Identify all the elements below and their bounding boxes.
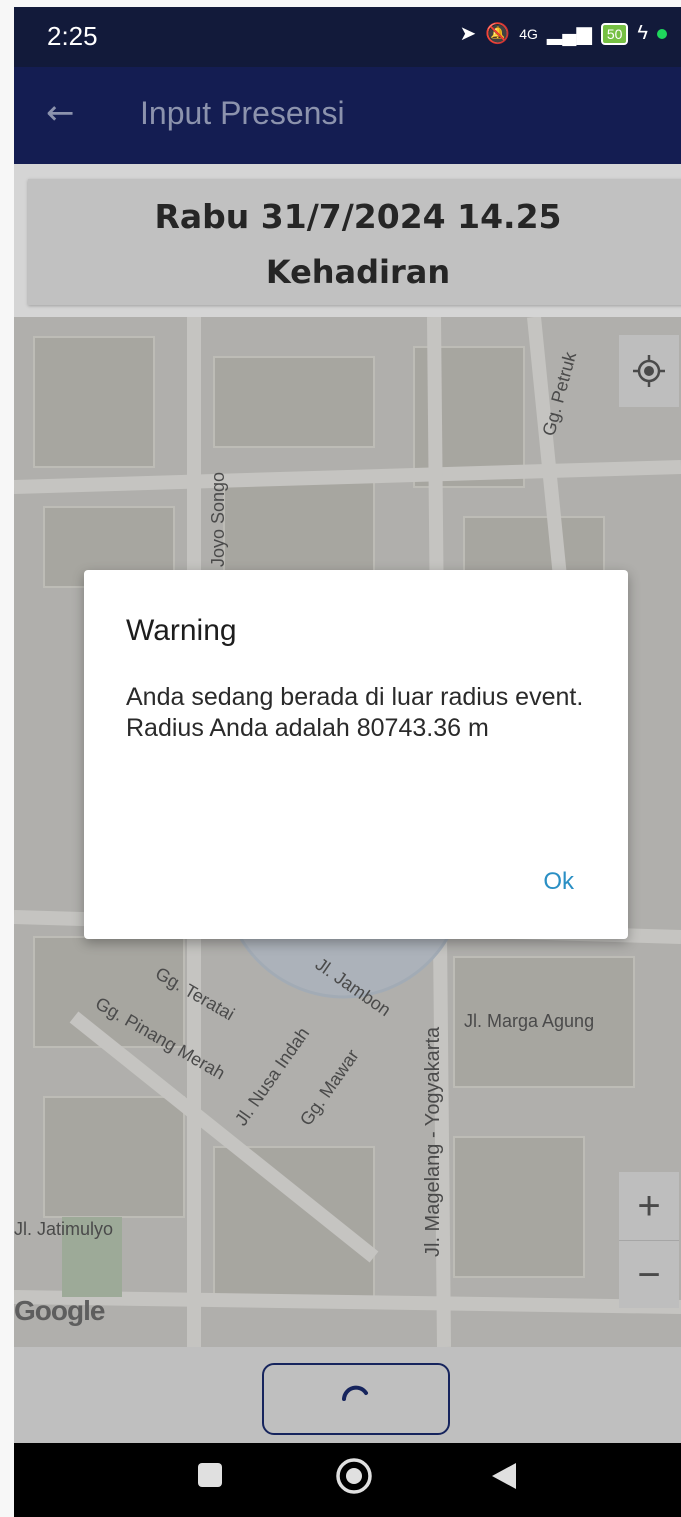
signal-icon: ▂▄▆	[546, 23, 592, 45]
home-icon[interactable]	[335, 1457, 373, 1495]
status-icons: ➤ 🔕 4G ▂▄▆ 50 ϟ	[460, 21, 667, 46]
dialog-title: Warning	[126, 614, 237, 647]
status-time: 2:25	[47, 21, 98, 51]
battery-icon: 50	[600, 22, 629, 45]
recents-icon[interactable]	[196, 1461, 224, 1489]
mute-icon: 🔕	[485, 23, 511, 45]
ok-button[interactable]: Ok	[543, 868, 574, 896]
navigation-bar	[14, 1443, 681, 1517]
network-label: 4G	[519, 25, 538, 42]
charging-icon: ϟ	[637, 22, 648, 44]
status-bar: 2:25 ➤ 🔕 4G ▂▄▆ 50 ϟ	[14, 7, 681, 67]
warning-dialog: Warning Anda sedang berada di luar radiu…	[84, 570, 628, 939]
dialog-message: Anda sedang berada di luar radius event.…	[126, 683, 584, 742]
arrow-left-icon[interactable]: ←	[46, 93, 75, 133]
app-bar: ← Input Presensi	[14, 67, 681, 164]
back-triangle-icon[interactable]	[490, 1461, 518, 1491]
privacy-dot	[657, 28, 667, 39]
phone-screen: 2:25 ➤ 🔕 4G ▂▄▆ 50 ϟ ← Input Presensi Ra…	[14, 7, 681, 1517]
location-icon: ➤	[459, 23, 477, 45]
page-title: Input Presensi	[140, 95, 345, 131]
